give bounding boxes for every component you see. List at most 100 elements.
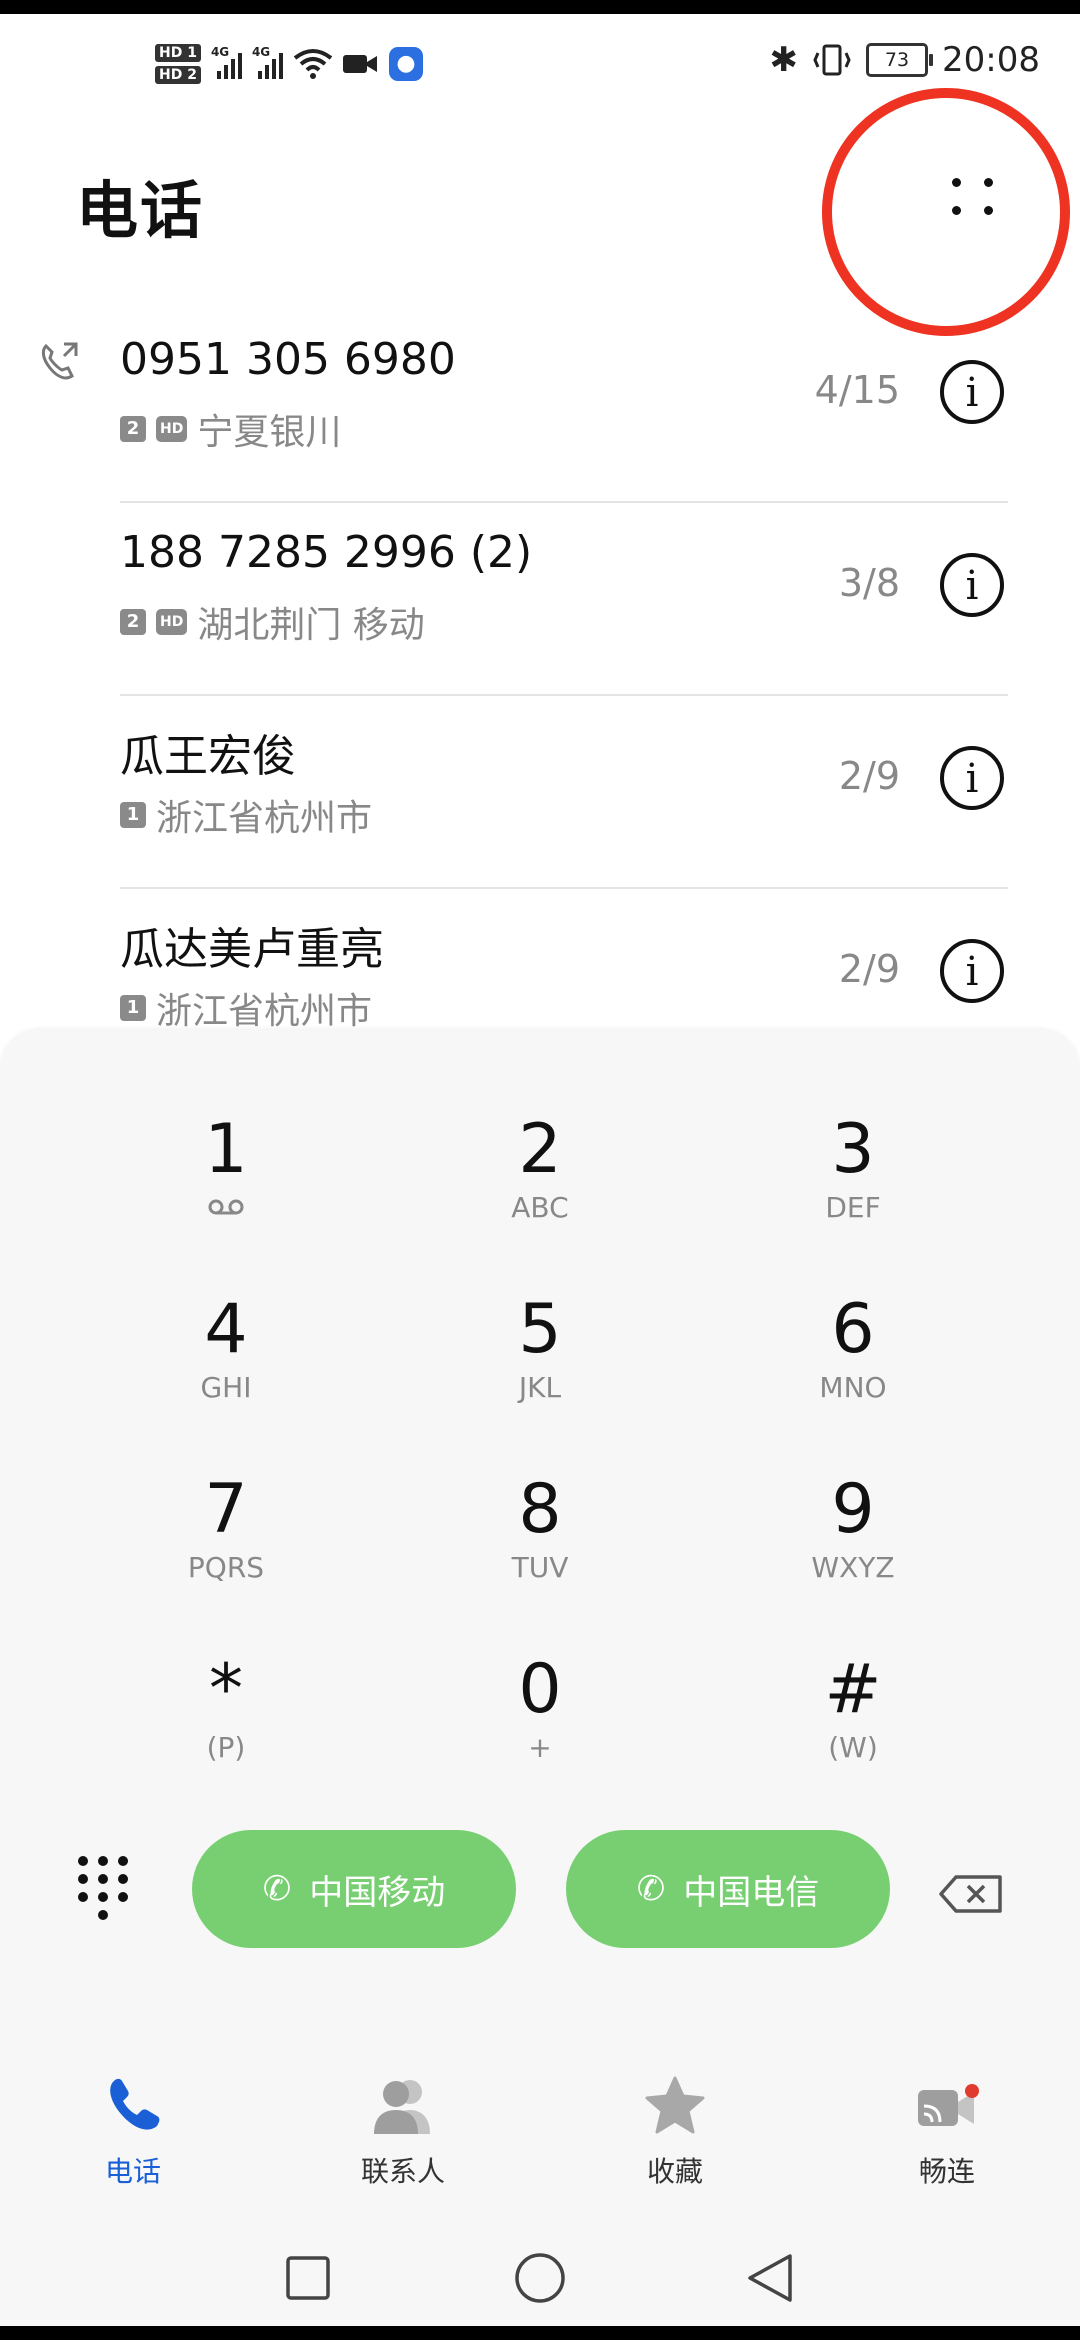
key-letters: DEF bbox=[825, 1191, 881, 1224]
backspace-icon[interactable] bbox=[938, 1874, 1004, 1914]
sim1-carrier-label: 中国移动 bbox=[309, 1872, 446, 1913]
dial-key-5[interactable]: 5 JKL bbox=[410, 1290, 670, 1450]
volte-sim2-icon: HD 2 bbox=[155, 66, 201, 84]
key-digit: 8 bbox=[518, 1470, 562, 1549]
info-icon[interactable]: i bbox=[940, 939, 1004, 1003]
star-icon bbox=[585, 2066, 765, 2146]
key-letters: TUV bbox=[511, 1551, 569, 1584]
tab-meetime[interactable]: 畅连 bbox=[857, 2066, 1037, 2190]
dial-key-9[interactable]: 9 WXYZ bbox=[723, 1470, 983, 1630]
battery-icon: 73 bbox=[866, 43, 934, 77]
tab-label: 畅连 bbox=[918, 2155, 975, 2188]
phone-hd-sim1-icon: ✆ bbox=[262, 1869, 292, 1909]
notification-dot bbox=[965, 2084, 979, 2098]
caller-name: 瓜王宏俊 bbox=[120, 731, 296, 782]
key-letters: JKL bbox=[518, 1371, 562, 1404]
caller-location: 湖北荆门 移动 bbox=[197, 605, 425, 646]
call-log-item[interactable]: 188 7285 2996 (2) 2 HD 湖北荆门 移动 3/8 i bbox=[0, 503, 1080, 696]
wifi-icon bbox=[293, 49, 333, 79]
caller-number: 0951 305 6980 bbox=[120, 334, 456, 385]
key-digit: 4 bbox=[204, 1290, 248, 1369]
hide-dialpad-icon[interactable] bbox=[78, 1856, 134, 1922]
key-digit: 0 bbox=[518, 1650, 562, 1729]
key-digit: 6 bbox=[831, 1290, 875, 1369]
network-type-2: 4G bbox=[251, 45, 271, 59]
system-nav-bar bbox=[0, 2230, 1080, 2326]
call-sim1-button[interactable]: ✆ 中国移动 bbox=[192, 1830, 516, 1948]
caller-location: 宁夏银川 bbox=[197, 412, 342, 453]
contacts-icon bbox=[313, 2066, 493, 2146]
call-sim2-button[interactable]: ✆ 中国电信 bbox=[566, 1830, 890, 1948]
bottom-edge bbox=[0, 2326, 1080, 2340]
call-date: 2/9 bbox=[838, 754, 900, 798]
video-call-icon bbox=[342, 55, 377, 73]
dial-key-hash[interactable]: # (W) bbox=[723, 1650, 983, 1810]
vibrate-icon bbox=[813, 44, 851, 76]
sim2-carrier-label: 中国电信 bbox=[683, 1872, 820, 1913]
tab-phone[interactable]: 电话 bbox=[43, 2066, 223, 2190]
key-letters: (P) bbox=[206, 1731, 246, 1764]
hd-badge: HD bbox=[156, 609, 188, 635]
key-digit: # bbox=[824, 1650, 882, 1729]
info-icon[interactable]: i bbox=[940, 746, 1004, 810]
key-digit: 3 bbox=[831, 1110, 875, 1189]
call-date: 2/9 bbox=[838, 947, 900, 991]
dial-key-2[interactable]: 2 ABC bbox=[410, 1110, 670, 1270]
call-subtitle: 2 HD 宁夏银川 bbox=[120, 403, 341, 455]
sim-badge: 2 bbox=[120, 609, 146, 635]
tab-contacts[interactable]: 联系人 bbox=[313, 2066, 493, 2190]
status-right: ✱ 73 20:08 bbox=[770, 40, 1040, 80]
phone-icon bbox=[43, 2066, 223, 2146]
hd-badge: HD bbox=[156, 416, 188, 442]
bluetooth-icon: ✱ bbox=[769, 40, 799, 80]
key-letters: GHI bbox=[200, 1371, 252, 1404]
call-date: 4/15 bbox=[814, 368, 900, 412]
sim-badge: 2 bbox=[120, 416, 146, 442]
tips-bulb-icon: ● bbox=[388, 47, 423, 81]
home-icon[interactable] bbox=[514, 2252, 566, 2304]
info-icon[interactable]: i bbox=[940, 360, 1004, 424]
dial-key-7[interactable]: 7 PQRS bbox=[96, 1470, 356, 1630]
dial-key-3[interactable]: 3 DEF bbox=[723, 1110, 983, 1270]
page-title: 电话 bbox=[76, 174, 205, 247]
key-letters: (W) bbox=[828, 1731, 878, 1764]
tab-label: 电话 bbox=[104, 2155, 161, 2188]
volte-sim1-icon: HD 1 bbox=[155, 44, 201, 62]
key-digit: 9 bbox=[831, 1470, 875, 1549]
key-digit: 7 bbox=[204, 1470, 248, 1549]
key-letters: WXYZ bbox=[811, 1551, 895, 1584]
tab-label: 收藏 bbox=[646, 2155, 703, 2188]
network-type-1: 4G bbox=[210, 45, 230, 59]
caller-location: 浙江省杭州市 bbox=[156, 798, 373, 839]
dial-key-1[interactable]: 1 bbox=[96, 1110, 356, 1270]
signal-sim1-icon: 4G bbox=[211, 45, 242, 79]
call-subtitle: 2 HD 湖北荆门 移动 bbox=[120, 596, 425, 648]
dial-key-8[interactable]: 8 TUV bbox=[410, 1470, 670, 1630]
call-date: 3/8 bbox=[838, 561, 900, 605]
caller-location: 浙江省杭州市 bbox=[156, 991, 373, 1032]
key-letters: PQRS bbox=[187, 1551, 265, 1584]
tab-favorites[interactable]: 收藏 bbox=[585, 2066, 765, 2190]
annotation-circle bbox=[822, 88, 1070, 336]
key-digit: 5 bbox=[518, 1290, 562, 1369]
key-digit: * bbox=[209, 1650, 243, 1729]
dial-key-star[interactable]: * (P) bbox=[96, 1650, 356, 1810]
dial-key-0[interactable]: 0 + bbox=[410, 1650, 670, 1810]
call-subtitle: 1 浙江省杭州市 bbox=[120, 789, 372, 841]
dial-key-6[interactable]: 6 MNO bbox=[723, 1290, 983, 1450]
key-letters: MNO bbox=[819, 1371, 887, 1404]
call-log-item[interactable]: 瓜王宏俊 1 浙江省杭州市 2/9 i bbox=[0, 696, 1080, 889]
outgoing-call-icon bbox=[41, 342, 78, 380]
sim-badge: 1 bbox=[120, 802, 146, 828]
key-letters: ABC bbox=[511, 1191, 569, 1224]
call-log-item[interactable]: 0951 305 6980 2 HD 宁夏银川 4/15 i bbox=[0, 310, 1080, 503]
clock: 20:08 bbox=[942, 40, 1040, 80]
info-icon[interactable]: i bbox=[940, 553, 1004, 617]
dial-key-4[interactable]: 4 GHI bbox=[96, 1290, 356, 1450]
tab-label: 联系人 bbox=[360, 2155, 445, 2188]
back-icon[interactable] bbox=[744, 2252, 796, 2304]
voicemail-icon bbox=[96, 1190, 356, 1226]
recents-icon[interactable] bbox=[284, 2254, 332, 2302]
key-letters: + bbox=[528, 1731, 552, 1764]
status-left: HD 1 HD 2 4G 4G ● bbox=[155, 44, 423, 84]
